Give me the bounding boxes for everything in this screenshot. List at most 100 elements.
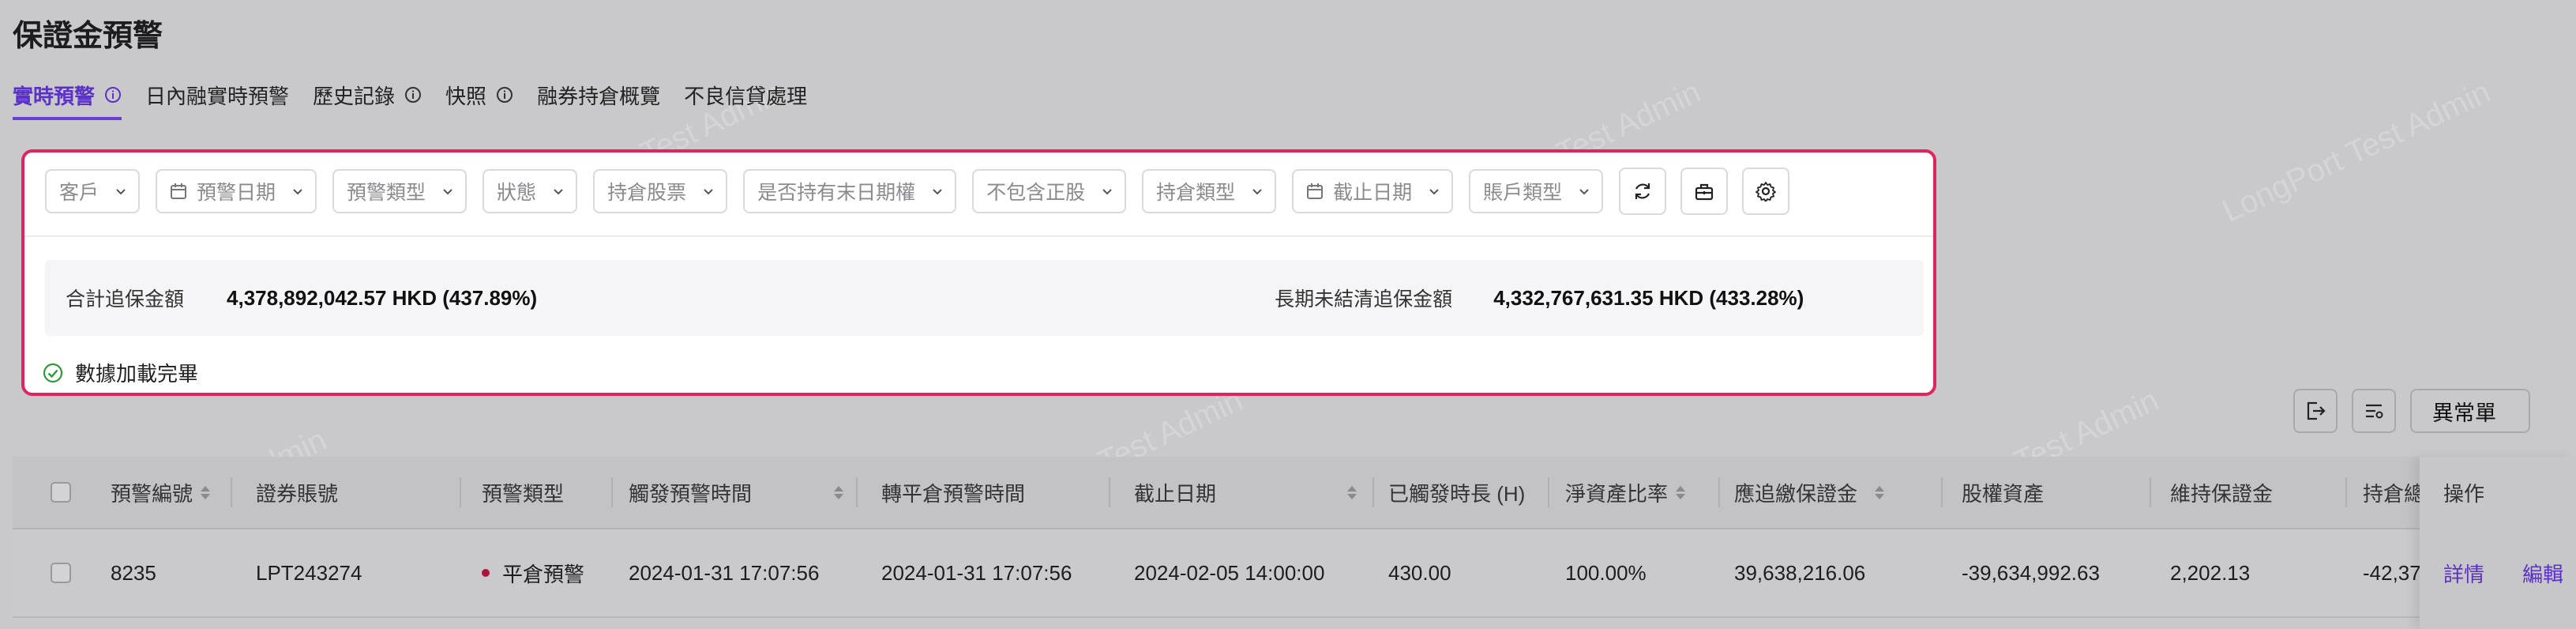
sort-icon[interactable] xyxy=(1347,485,1357,499)
sort-icon[interactable] xyxy=(201,485,211,499)
chevron-down-icon xyxy=(1252,189,1262,195)
chevron-down-icon xyxy=(116,189,126,195)
long-term-margin-call-label: 長期未結清追保金額 xyxy=(1275,288,1453,311)
tab-realtime-alert[interactable]: 實時預警 xyxy=(13,70,122,120)
holding-type-select[interactable]: 持倉類型 xyxy=(1142,169,1277,213)
filter-label: 截止日期 xyxy=(1333,182,1413,204)
chevron-down-icon xyxy=(1579,189,1589,195)
clear-filters-button[interactable] xyxy=(1680,168,1729,215)
column-settings-icon xyxy=(2366,404,2383,419)
tab-label: 融券持倉概覽 xyxy=(537,84,661,108)
col-header-operations: 操作 xyxy=(2443,481,2485,506)
cell-account: LPT243274 xyxy=(256,560,362,585)
col-header-label: 預警編號 xyxy=(111,481,193,506)
filter-label: 是否持有末日期權 xyxy=(757,182,916,204)
chevron-down-icon xyxy=(704,189,713,195)
long-term-margin-call-value: 4,332,767,631.35 HKD (433.28%) xyxy=(1493,285,1804,310)
filter-label: 不包含正股 xyxy=(986,182,1086,204)
alert-type-text: 平倉預警 xyxy=(502,562,585,586)
cell-alert-id: 8235 xyxy=(111,560,156,585)
chevron-down-icon xyxy=(443,189,452,195)
account-type-select[interactable]: 賬戶類型 xyxy=(1469,169,1604,213)
filter-label: 持倉股票 xyxy=(607,182,687,204)
check-circle-icon xyxy=(43,363,63,382)
tab-intraday-alert[interactable]: 日內融實時預警 xyxy=(145,70,289,120)
expiring-rights-select[interactable]: 是否持有末日期權 xyxy=(743,169,957,213)
sort-icon[interactable] xyxy=(1875,485,1885,499)
cell-close-time: 2024-01-31 17:07:56 xyxy=(881,560,1072,585)
column-divider xyxy=(231,477,232,507)
filter-label: 持倉類型 xyxy=(1156,182,1236,204)
filter-bar: 客戶 預警日期 預警類型 狀態 持倉股票 是否持有末日期權 不包含正股 持倉類型… xyxy=(45,167,1804,216)
column-divider xyxy=(856,477,858,507)
col-header-label: 淨資產比率 xyxy=(1565,481,1669,506)
column-divider xyxy=(1548,477,1549,507)
col-header-margin-call[interactable]: 應追繳保證金 xyxy=(1734,457,1885,528)
filter-label: 賬戶類型 xyxy=(1483,182,1563,204)
total-margin-call-value: 4,378,892,042.57 HKD (437.89%) xyxy=(227,285,538,310)
abnormal-orders-label: 異常單 xyxy=(2432,401,2496,425)
cutoff-date-picker[interactable]: 截止日期 xyxy=(1292,169,1454,213)
filter-label: 預警日期 xyxy=(197,182,276,204)
load-status: 數據加載完畢 xyxy=(42,358,198,387)
tab-snapshot[interactable]: 快照 xyxy=(445,70,513,120)
filter-label: 客戶 xyxy=(59,182,100,204)
sort-icon[interactable] xyxy=(1676,485,1686,499)
checkbox[interactable] xyxy=(51,482,71,503)
select-all-checkbox[interactable] xyxy=(51,457,71,528)
holding-stock-select[interactable]: 持倉股票 xyxy=(593,169,728,213)
alert-type-select[interactable]: 預警類型 xyxy=(332,169,468,213)
total-margin-call-label: 合計追保金額 xyxy=(66,288,185,311)
customer-select[interactable]: 客戶 xyxy=(45,169,141,213)
alert-date-picker[interactable]: 預警日期 xyxy=(156,169,317,213)
chevron-down-icon xyxy=(554,189,563,195)
cell-equity: -39,634,992.63 xyxy=(1962,560,2100,585)
col-header-duration: 已觸發時長 (H) xyxy=(1388,457,1525,528)
summary-bar: 合計追保金額 4,378,892,042.57 HKD (437.89%) 長期… xyxy=(45,260,1924,336)
tab-bad-credit[interactable]: 不良信貸處理 xyxy=(684,70,807,120)
calendar-icon xyxy=(171,183,187,199)
status-dot xyxy=(482,569,490,577)
cell-deadline: 2024-02-05 14:00:00 xyxy=(1134,560,1325,585)
filter-label: 預警類型 xyxy=(347,182,426,204)
col-header-position-total: 持倉總 xyxy=(2363,457,2424,528)
col-header-label: 應追繳保證金 xyxy=(1734,481,1858,506)
row-checkbox-cell[interactable] xyxy=(51,529,71,616)
cell-duration: 430.00 xyxy=(1388,560,1451,585)
column-settings-button[interactable] xyxy=(2352,389,2396,433)
gear-icon xyxy=(1756,182,1777,202)
tab-short-position-overview[interactable]: 融券持倉概覽 xyxy=(537,70,660,120)
exclude-stock-select[interactable]: 不包含正股 xyxy=(972,169,1127,213)
table-row[interactable]: 8235 LPT243274 平倉預警 2024-01-31 17:07:56 … xyxy=(13,529,2576,618)
watermark: LongPort Test Admin xyxy=(2217,74,2496,229)
filter-summary-panel: 客戶 預警日期 預警類型 狀態 持倉股票 是否持有末日期權 不包含正股 持倉類型… xyxy=(21,149,1936,396)
settings-button[interactable] xyxy=(1742,168,1790,215)
refresh-button[interactable] xyxy=(1619,168,1667,215)
sort-icon[interactable] xyxy=(834,485,844,499)
col-header-label: 已觸發時長 (H) xyxy=(1388,481,1526,506)
col-header-equity: 股權資產 xyxy=(1962,457,2044,528)
edit-link[interactable]: 編輯 xyxy=(2522,559,2563,588)
table-header: 預警編號 證券賬號 預警類型 觸發預警時間 轉平倉預警時間 截止日期 已觸發時長… xyxy=(13,457,2576,529)
abnormal-orders-button[interactable]: 異常單 xyxy=(2410,389,2530,433)
col-header-maintenance: 維持保證金 xyxy=(2170,457,2273,528)
status-select[interactable]: 狀態 xyxy=(483,169,578,213)
info-icon xyxy=(497,87,513,103)
tab-history[interactable]: 歷史記錄 xyxy=(313,70,422,120)
col-header-close-time: 轉平倉預警時間 xyxy=(881,457,1025,528)
column-divider xyxy=(460,477,461,507)
detail-link[interactable]: 詳情 xyxy=(2443,559,2484,588)
column-divider xyxy=(611,477,613,507)
column-divider xyxy=(2150,477,2151,507)
col-header-alert-id[interactable]: 預警編號 xyxy=(111,457,211,528)
tab-label: 歷史記錄 xyxy=(313,84,396,108)
checkbox[interactable] xyxy=(51,563,71,583)
col-header-trigger-time[interactable]: 觸發預警時間 xyxy=(629,457,844,528)
col-header-ratio[interactable]: 淨資產比率 xyxy=(1565,457,1686,528)
export-button[interactable] xyxy=(2293,389,2338,433)
chevron-down-icon xyxy=(293,189,302,195)
col-header-deadline[interactable]: 截止日期 xyxy=(1134,457,1357,528)
clear-icon xyxy=(1695,183,1714,201)
tab-bar: 實時預警 日內融實時預警 歷史記錄 快照 融券持倉概覽 不良信貸處理 xyxy=(13,70,831,120)
column-divider xyxy=(1718,477,1720,507)
